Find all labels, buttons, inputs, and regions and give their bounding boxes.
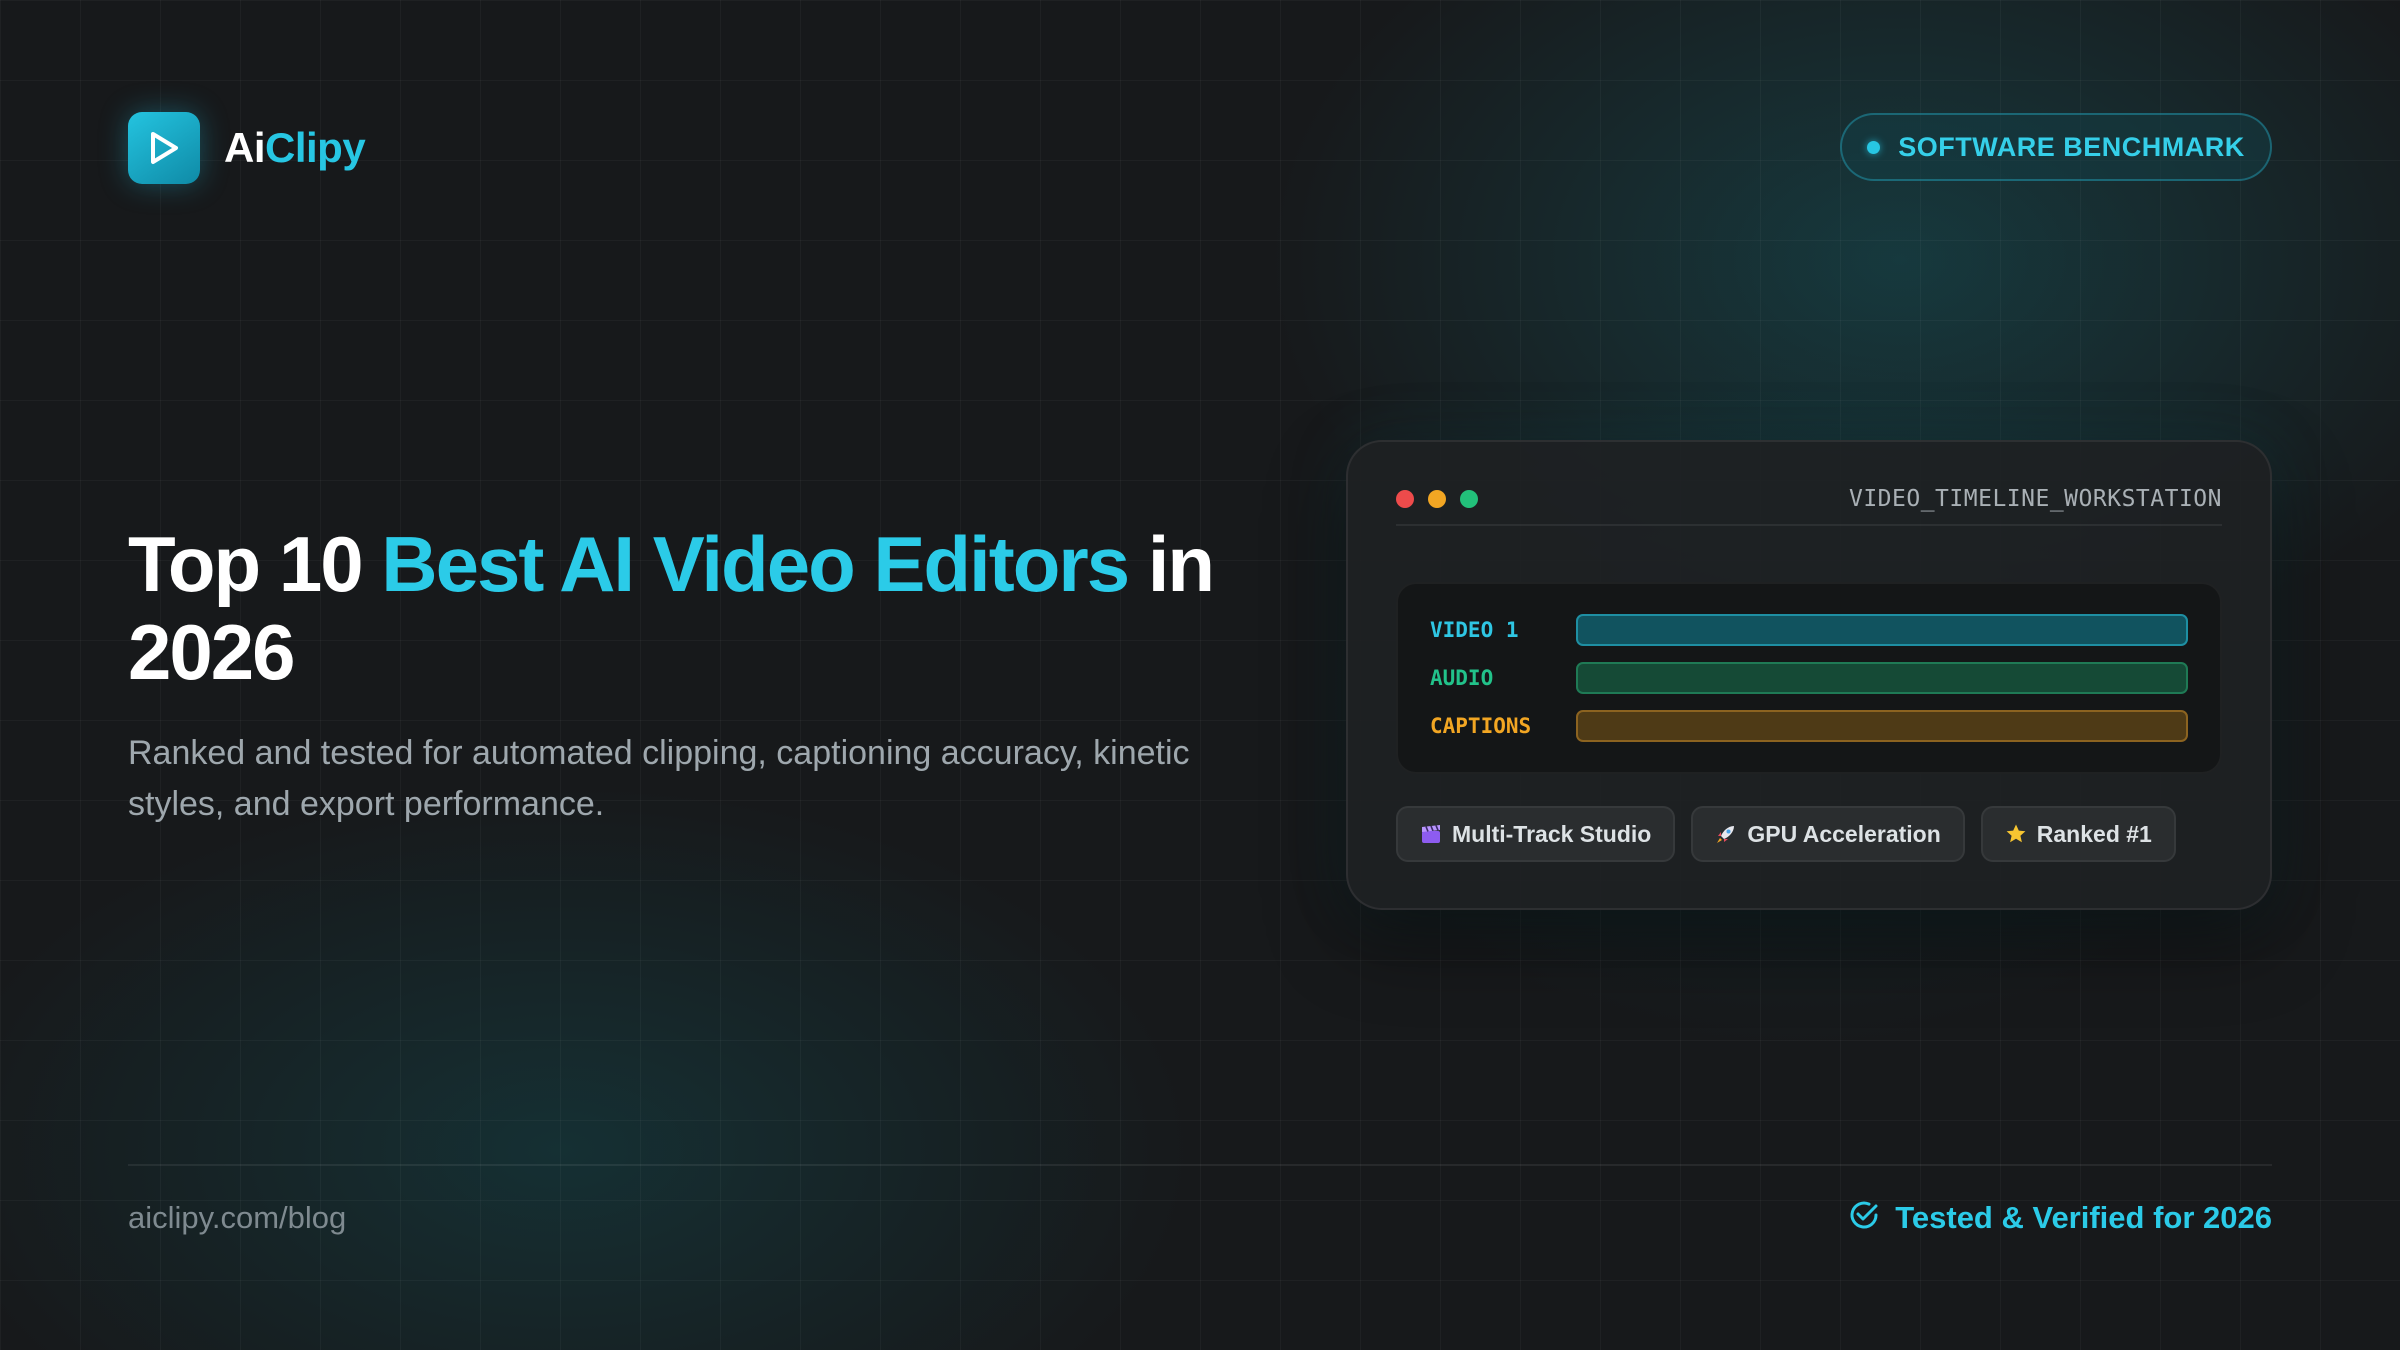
brand-name: AiClipy <box>224 124 366 172</box>
track-row: CAPTIONS <box>1430 710 2188 742</box>
window-close-dot-icon[interactable] <box>1396 490 1414 508</box>
play-icon <box>128 112 200 184</box>
chip-multi-track-studio[interactable]: Multi-Track Studio <box>1396 806 1676 862</box>
chip-label: GPU Acceleration <box>1747 820 1941 847</box>
title-prefix: Top 10 <box>128 520 382 608</box>
title-highlight: Best AI Video Editors <box>381 520 1130 608</box>
subtitle: Ranked and tested for automated clipping… <box>128 734 1190 823</box>
track-row: VIDEO 1 <box>1430 614 2188 646</box>
track-bar-captions[interactable] <box>1576 710 2188 742</box>
timeline-tracks: VIDEO 1 AUDIO CAPTIONS <box>1396 582 2222 774</box>
window-maximize-dot-icon[interactable] <box>1460 490 1478 508</box>
brand-name-part1: Ai <box>224 124 266 171</box>
track-label: CAPTIONS <box>1430 714 1532 738</box>
clapperboard-icon <box>1420 823 1442 845</box>
chip-gpu-acceleration[interactable]: GPU Acceleration <box>1691 806 1965 862</box>
track-bar-audio[interactable] <box>1576 662 2188 694</box>
track-label: VIDEO 1 <box>1430 618 1519 642</box>
feature-chips: Multi-Track Studio GPU Acceleration Rank… <box>1396 806 2192 862</box>
verified-status: Tested & Verified for 2026 <box>1847 1198 2272 1237</box>
chip-label: Ranked #1 <box>2036 820 2152 847</box>
timeline-workstation-card: VIDEO_TIMELINE_WORKSTATION VIDEO 1 AUDIO… <box>1346 440 2272 910</box>
star-icon <box>2005 823 2027 845</box>
window-titlebar: VIDEO_TIMELINE_WORKSTATION <box>1396 474 2222 526</box>
page-title: Top 10 Best AI Video Editors in 2026 <box>128 520 1248 696</box>
check-circle-icon <box>1847 1198 1881 1237</box>
chip-ranked-1[interactable]: Ranked #1 <box>1980 806 2176 862</box>
rocket-icon <box>1715 823 1737 845</box>
chip-label: Multi-Track Studio <box>1452 820 1652 847</box>
track-row: AUDIO <box>1430 662 2188 694</box>
verified-label: Tested & Verified for 2026 <box>1895 1199 2272 1235</box>
badge-label: SOFTWARE BENCHMARK <box>1898 131 2245 162</box>
brand-logo[interactable]: AiClipy <box>128 112 366 184</box>
footer-url-link[interactable]: aiclipy.com/blog <box>128 1200 346 1236</box>
footer-divider <box>128 1164 2272 1166</box>
category-badge: SOFTWARE BENCHMARK <box>1840 113 2272 181</box>
brand-name-part2: Clipy <box>265 124 366 171</box>
track-bar-video[interactable] <box>1576 614 2188 646</box>
track-label: AUDIO <box>1430 666 1494 690</box>
window-title: VIDEO_TIMELINE_WORKSTATION <box>1848 486 2222 512</box>
window-minimize-dot-icon[interactable] <box>1428 490 1446 508</box>
badge-dot-icon <box>1867 140 1881 154</box>
